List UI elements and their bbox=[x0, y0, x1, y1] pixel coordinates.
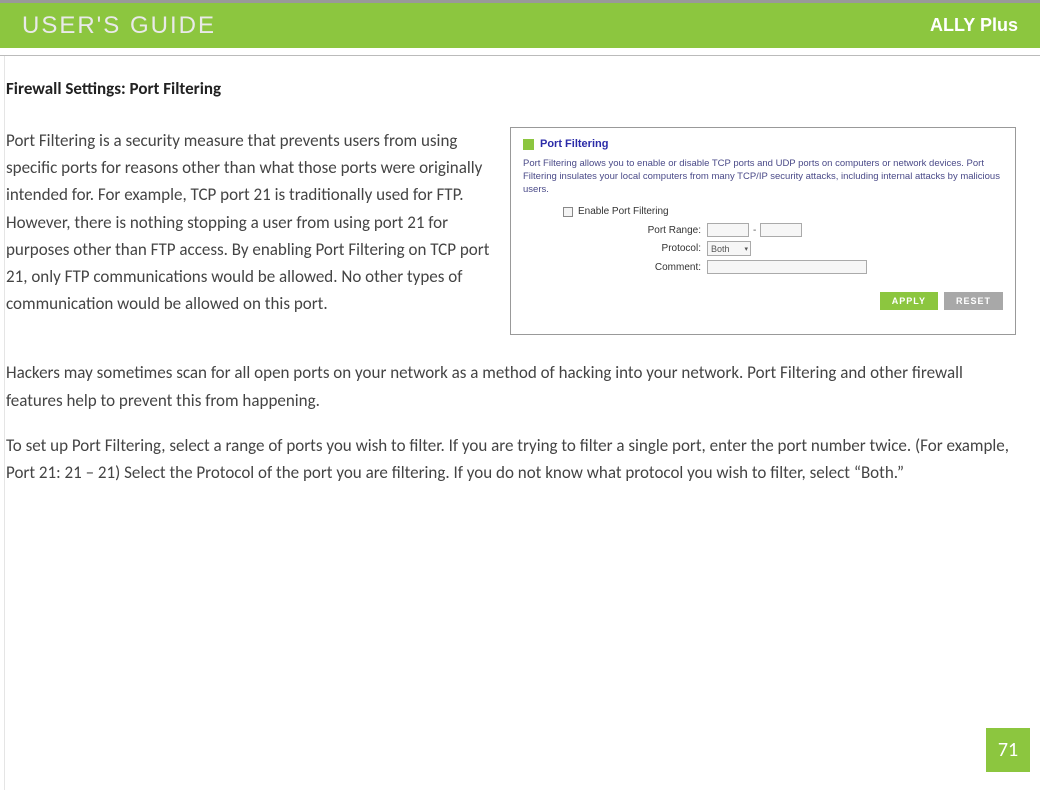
pf-form: Port Range: - Protocol: Both ▾ Comment: bbox=[621, 223, 1003, 274]
enable-row: Enable Port Filtering bbox=[563, 206, 1003, 217]
page-content: Firewall Settings: Port Filtering Port F… bbox=[0, 56, 1040, 486]
port-range-row: Port Range: - bbox=[621, 223, 1003, 237]
port-range-label: Port Range: bbox=[621, 225, 701, 236]
reset-button[interactable]: RESET bbox=[944, 292, 1003, 310]
embedded-screenshot: Port Filtering Port Filtering allows you… bbox=[510, 127, 1016, 335]
section-title: Firewall Settings: Port Filtering bbox=[6, 78, 1016, 99]
paragraph-1: Port Filtering is a security measure tha… bbox=[6, 127, 492, 317]
comment-label: Comment: bbox=[621, 262, 701, 273]
port-range-start-input[interactable] bbox=[707, 223, 749, 237]
pf-title: Port Filtering bbox=[540, 138, 608, 150]
paragraph-2: Hackers may sometimes scan for all open … bbox=[6, 359, 1016, 413]
header-underline bbox=[0, 48, 1040, 56]
port-range-separator: - bbox=[753, 225, 756, 236]
enable-port-filtering-checkbox[interactable] bbox=[563, 207, 573, 217]
intro-row: Port Filtering is a security measure tha… bbox=[6, 127, 1016, 335]
chevron-down-icon: ▾ bbox=[744, 245, 748, 253]
protocol-label: Protocol: bbox=[621, 243, 701, 254]
comment-row: Comment: bbox=[621, 260, 1003, 274]
paragraph-3: To set up Port Filtering, select a range… bbox=[6, 432, 1016, 486]
pf-description: Port Filtering allows you to enable or d… bbox=[523, 158, 1003, 196]
product-name: ALLY Plus bbox=[930, 15, 1018, 36]
left-margin-rule bbox=[4, 56, 5, 790]
header-bar: USER'S GUIDE ALLY Plus bbox=[0, 0, 1040, 48]
page-number: 71 bbox=[986, 728, 1030, 772]
protocol-select[interactable]: Both ▾ bbox=[707, 241, 751, 256]
protocol-row: Protocol: Both ▾ bbox=[621, 241, 1003, 256]
protocol-value: Both bbox=[711, 244, 730, 254]
comment-input[interactable] bbox=[707, 260, 867, 274]
doc-title: USER'S GUIDE bbox=[22, 12, 216, 40]
apply-button[interactable]: APPLY bbox=[880, 292, 938, 310]
enable-label: Enable Port Filtering bbox=[578, 206, 669, 217]
port-range-end-input[interactable] bbox=[760, 223, 802, 237]
pf-title-row: Port Filtering bbox=[523, 138, 1003, 150]
green-square-icon bbox=[523, 139, 534, 150]
pf-button-row: APPLY RESET bbox=[523, 292, 1003, 310]
